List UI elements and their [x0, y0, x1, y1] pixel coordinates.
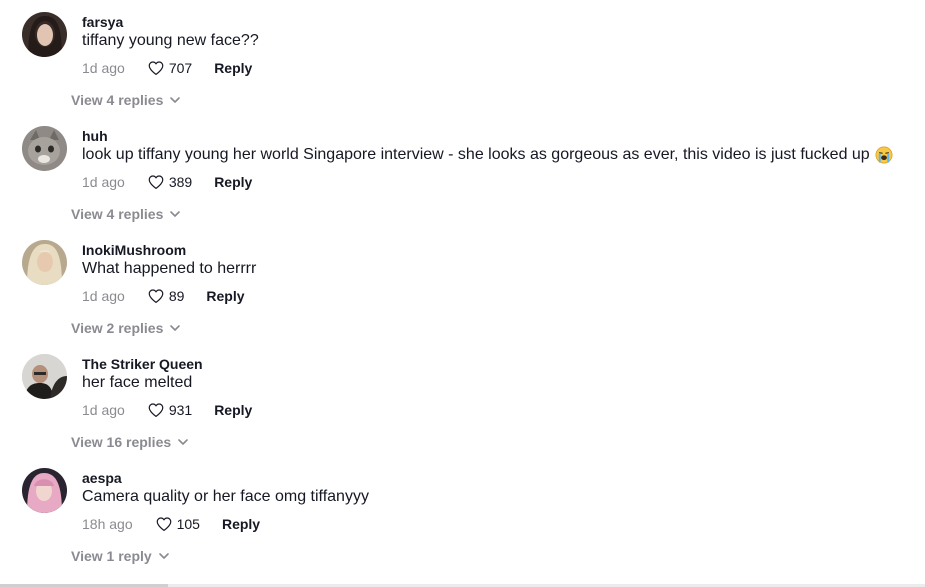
view-replies-label: View 4 replies — [71, 92, 164, 108]
avatar[interactable] — [22, 126, 67, 171]
comment-text-content: What happened to herrrr — [82, 260, 257, 277]
view-replies-button[interactable]: View 1 reply — [71, 548, 170, 564]
chevron-down-icon — [178, 439, 188, 445]
comment-list: farsya tiffany young new face?? 1d ago 7… — [0, 0, 925, 587]
avatar-person-dark-icon — [22, 354, 67, 399]
comment-text: Camera quality or her face omg tiffanyyy — [82, 488, 369, 506]
view-replies-label: View 4 replies — [71, 206, 164, 222]
comment-text-content: Camera quality or her face omg tiffanyyy — [82, 488, 369, 505]
avatar[interactable] — [22, 12, 67, 57]
chevron-down-icon — [158, 553, 169, 559]
comment-time: 1d ago — [82, 174, 125, 190]
view-replies-button[interactable]: View 16 replies — [71, 434, 189, 450]
like-count: 389 — [168, 174, 193, 190]
like-button[interactable]: 89 — [147, 287, 185, 305]
comment-item: aespa Camera quality or her face omg tif… — [0, 456, 925, 570]
comment-text-content: tiffany young new face?? — [82, 32, 259, 49]
comment-meta: 1d ago 89 Reply — [82, 286, 245, 306]
comment-time: 1d ago — [82, 402, 125, 418]
comment-time: 18h ago — [82, 516, 133, 532]
like-button[interactable]: 105 — [155, 515, 200, 533]
like-count: 105 — [176, 516, 200, 532]
comment-item: huh look up tiffany young her world Sing… — [0, 114, 925, 228]
view-replies-label: View 16 replies — [71, 434, 172, 450]
chevron-down-icon — [170, 97, 181, 103]
chevron-down-icon — [170, 211, 181, 217]
view-replies-button[interactable]: View 4 replies — [71, 206, 181, 222]
comment-item: The Striker Queen her face melted 1d ago… — [0, 342, 925, 456]
avatar-pink-hair-icon — [22, 468, 67, 513]
heart-icon[interactable] — [147, 59, 165, 77]
comment-text: look up tiffany young her world Singapor… — [82, 146, 893, 164]
comment-time: 1d ago — [82, 288, 125, 304]
reply-button[interactable]: Reply — [214, 402, 252, 418]
view-replies-button[interactable]: View 4 replies — [71, 92, 181, 108]
comment-text: tiffany young new face?? — [82, 32, 259, 50]
comment-username[interactable]: huh — [82, 128, 108, 144]
like-count: 707 — [168, 60, 193, 76]
comment-username[interactable]: aespa — [82, 470, 122, 486]
heart-icon[interactable] — [147, 173, 165, 191]
comment-time: 1d ago — [82, 60, 125, 76]
heart-icon[interactable] — [147, 287, 165, 305]
comment-text: What happened to herrrr — [82, 260, 256, 278]
comment-meta: 1d ago 389 Reply — [82, 172, 252, 192]
view-replies-label: View 2 replies — [71, 320, 164, 336]
avatar[interactable] — [22, 354, 67, 399]
comment-text: her face melted — [82, 374, 192, 392]
reply-button[interactable]: Reply — [214, 174, 252, 190]
comment-text-content: her face melted — [82, 374, 193, 391]
view-replies-label: View 1 reply — [71, 548, 152, 564]
reply-button[interactable]: Reply — [214, 60, 252, 76]
like-button[interactable]: 707 — [147, 59, 192, 77]
reply-button[interactable]: Reply — [206, 288, 244, 304]
view-replies-button[interactable]: View 2 replies — [71, 320, 181, 336]
like-count: 931 — [168, 402, 193, 418]
comment-username[interactable]: The Striker Queen — [82, 356, 203, 372]
avatar-cat-icon — [22, 126, 67, 171]
comment-item: farsya tiffany young new face?? 1d ago 7… — [0, 0, 925, 114]
comment-meta: 18h ago 105 Reply — [82, 514, 260, 534]
like-button[interactable]: 389 — [147, 173, 192, 191]
reply-button[interactable]: Reply — [222, 516, 260, 532]
comment-text-content: look up tiffany young her world Singapor… — [82, 146, 870, 163]
comment-meta: 1d ago 931 Reply — [82, 400, 252, 420]
like-button[interactable]: 931 — [147, 401, 192, 419]
avatar[interactable] — [22, 240, 67, 285]
heart-icon[interactable] — [155, 515, 173, 533]
loudly-crying-face-icon — [875, 146, 893, 164]
comment-item: InokiMushroom What happened to herrrr 1d… — [0, 228, 925, 342]
avatar[interactable] — [22, 468, 67, 513]
avatar-blonde-icon — [22, 240, 67, 285]
like-count: 89 — [168, 288, 185, 304]
heart-icon[interactable] — [147, 401, 165, 419]
chevron-down-icon — [170, 325, 181, 331]
comment-username[interactable]: farsya — [82, 14, 123, 30]
comment-meta: 1d ago 707 Reply — [82, 58, 252, 78]
comment-username[interactable]: InokiMushroom — [82, 242, 186, 258]
avatar-dark-hair-icon — [22, 12, 67, 57]
